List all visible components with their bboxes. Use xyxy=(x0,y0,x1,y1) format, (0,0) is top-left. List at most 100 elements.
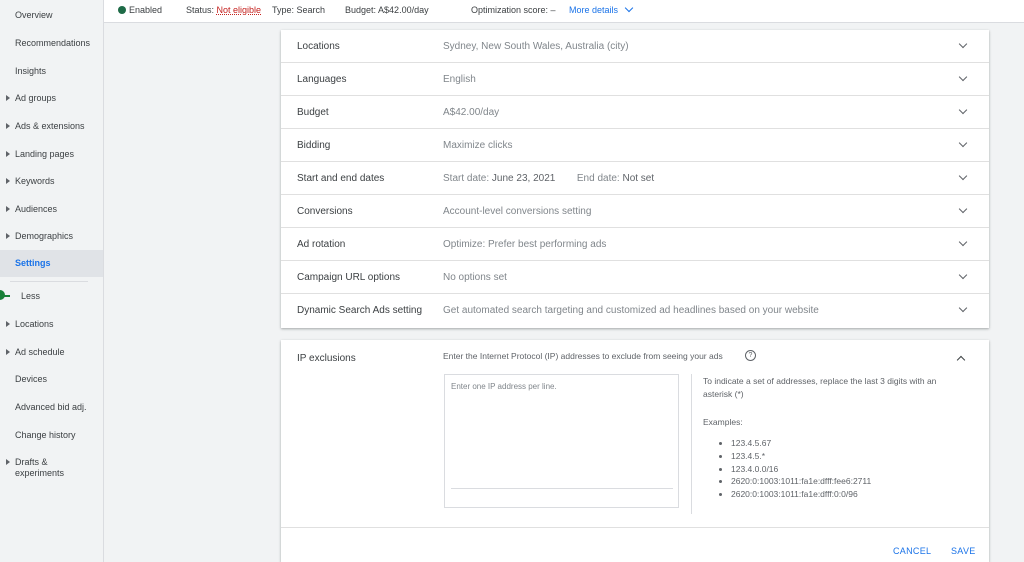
sidebar-item-label: Drafts & experiments xyxy=(15,457,65,478)
chevron-up-icon[interactable] xyxy=(956,355,966,365)
sidebar-item-ad-groups[interactable]: Ad groups xyxy=(0,93,103,104)
budget-label: Budget: xyxy=(345,5,377,15)
sidebar-item-label: Demographics xyxy=(15,231,74,241)
chevron-down-icon[interactable] xyxy=(958,204,968,214)
list-item: 123.4.5.* xyxy=(719,451,871,464)
save-button[interactable]: SAVE xyxy=(951,546,976,556)
setting-value: A$42.00/day xyxy=(443,107,500,118)
optimization-value: – xyxy=(550,5,556,15)
chevron-down-icon[interactable] xyxy=(958,39,968,49)
vertical-divider xyxy=(691,374,692,514)
sidebar-item-drafts-experiments[interactable]: Drafts & experiments xyxy=(0,457,80,479)
chevron-down-icon[interactable] xyxy=(958,270,968,280)
input-underline xyxy=(451,488,673,489)
setting-value: No options set xyxy=(443,272,507,283)
less-label: Less xyxy=(21,291,41,301)
setting-label: Dynamic Search Ads setting xyxy=(297,305,423,316)
ip-exclusions-description: Enter the Internet Protocol (IP) address… xyxy=(443,351,723,361)
sidebar-nav: Overview Recommendations Insights Ad gro… xyxy=(0,0,104,562)
sidebar-item-label: Ad groups xyxy=(15,93,57,103)
setting-row-dynamic-search-ads[interactable]: Dynamic Search Ads setting Get automated… xyxy=(281,294,989,328)
ip-address-placeholder: Enter one IP address per line. xyxy=(451,382,557,391)
setting-label: Campaign URL options xyxy=(297,272,401,283)
setting-row-budget[interactable]: Budget A$42.00/day xyxy=(281,96,989,129)
sidebar-item-change-history[interactable]: Change history xyxy=(0,430,103,441)
sidebar-item-label: Locations xyxy=(15,319,54,329)
type-value: Search xyxy=(296,5,326,15)
sidebar-item-ads-extensions[interactable]: Ads & extensions xyxy=(0,121,103,132)
chevron-down-icon[interactable] xyxy=(958,171,968,181)
setting-row-locations[interactable]: Locations Sydney, New South Wales, Austr… xyxy=(281,30,989,63)
chevron-down-icon xyxy=(624,3,634,13)
caret-right-icon xyxy=(6,123,10,129)
sidebar-item-label: Ad schedule xyxy=(15,347,65,357)
sidebar-item-settings[interactable]: Settings xyxy=(0,250,103,277)
sidebar-item-label: Ads & extensions xyxy=(15,121,85,131)
more-details-button[interactable]: More details xyxy=(569,3,634,15)
sidebar-item-advanced-bid-adj[interactable]: Advanced bid adj. xyxy=(0,402,103,413)
ip-address-input[interactable]: Enter one IP address per line. xyxy=(444,374,679,508)
setting-value: Account-level conversions setting xyxy=(443,206,592,217)
chevron-down-icon[interactable] xyxy=(958,303,968,313)
sidebar-item-insights[interactable]: Insights xyxy=(0,66,103,77)
help-icon[interactable]: ? xyxy=(745,350,756,361)
setting-row-campaign-url-options[interactable]: Campaign URL options No options set xyxy=(281,261,989,294)
campaign-settings-panel: Locations Sydney, New South Wales, Austr… xyxy=(281,30,989,328)
setting-label: Start and end dates xyxy=(297,173,385,184)
sidebar-item-label: Insights xyxy=(15,66,47,76)
caret-right-icon xyxy=(6,233,10,239)
sidebar-item-label: Keywords xyxy=(15,176,55,186)
status-value[interactable]: Not eligible xyxy=(217,5,262,15)
setting-value: Sydney, New South Wales, Australia (city… xyxy=(443,41,629,52)
budget-value: A$42.00/day xyxy=(378,5,429,15)
sidebar-item-recommendations[interactable]: Recommendations xyxy=(0,38,103,49)
list-item: 123.4.0.0/16 xyxy=(719,464,871,477)
chevron-down-icon[interactable] xyxy=(958,138,968,148)
budget-info: Budget: A$42.00/day xyxy=(345,5,429,15)
sidebar-item-label: Landing pages xyxy=(15,149,75,159)
setting-row-conversions[interactable]: Conversions Account-level conversions se… xyxy=(281,195,989,228)
caret-right-icon xyxy=(6,349,10,355)
setting-row-bidding[interactable]: Bidding Maximize clicks xyxy=(281,129,989,162)
caret-right-icon xyxy=(6,459,10,465)
setting-label: Bidding xyxy=(297,140,331,151)
sidebar-item-keywords[interactable]: Keywords xyxy=(0,176,103,187)
sidebar-item-devices[interactable]: Devices xyxy=(0,374,103,385)
caret-right-icon xyxy=(6,321,10,327)
setting-label: Languages xyxy=(297,74,347,85)
sidebar-item-demographics[interactable]: Demographics xyxy=(0,231,103,242)
start-date-value: June 23, 2021 xyxy=(491,173,556,184)
setting-row-languages[interactable]: Languages English xyxy=(281,63,989,96)
caret-right-icon xyxy=(6,95,10,101)
setting-label: Budget xyxy=(297,107,329,118)
sidebar-item-label: Audiences xyxy=(15,204,58,214)
ip-hint-text: To indicate a set of addresses, replace … xyxy=(703,376,937,399)
setting-row-ad-rotation[interactable]: Ad rotation Optimize: Prefer best perfor… xyxy=(281,228,989,261)
sidebar-item-label: Recommendations xyxy=(15,38,91,48)
chevron-down-icon[interactable] xyxy=(958,72,968,82)
list-item: 2620:0:1003:1011:fa1e:dfff:fee6:2711 xyxy=(719,476,871,489)
ip-exclusions-title: IP exclusions xyxy=(297,353,356,364)
sidebar-item-overview[interactable]: Overview xyxy=(0,10,103,21)
examples-label: Examples: xyxy=(703,417,743,427)
caret-right-icon xyxy=(6,206,10,212)
sidebar-item-audiences[interactable]: Audiences xyxy=(0,204,103,215)
sidebar-item-ad-schedule[interactable]: Ad schedule xyxy=(0,347,103,358)
sidebar-item-landing-pages[interactable]: Landing pages xyxy=(0,149,103,160)
setting-label: Conversions xyxy=(297,206,353,217)
sidebar-item-locations[interactable]: Locations xyxy=(0,319,103,330)
less-toggle[interactable]: Less xyxy=(0,281,103,311)
caret-right-icon xyxy=(6,151,10,157)
chevron-down-icon[interactable] xyxy=(958,237,968,247)
less-marker-line xyxy=(0,295,10,297)
sidebar-item-label: Devices xyxy=(15,374,48,384)
chevron-down-icon[interactable] xyxy=(958,105,968,115)
status-info: Status: Not eligible xyxy=(186,5,261,15)
more-details-label: More details xyxy=(569,5,619,15)
setting-value: Maximize clicks xyxy=(443,140,513,151)
status-enabled-dropdown[interactable]: Enabled xyxy=(129,5,162,15)
setting-row-start-end-dates[interactable]: Start and end dates Start date: June 23,… xyxy=(281,162,989,195)
cancel-button[interactable]: CANCEL xyxy=(893,546,931,556)
sidebar-item-label: Settings xyxy=(15,258,51,268)
status-enabled-icon xyxy=(118,6,126,14)
